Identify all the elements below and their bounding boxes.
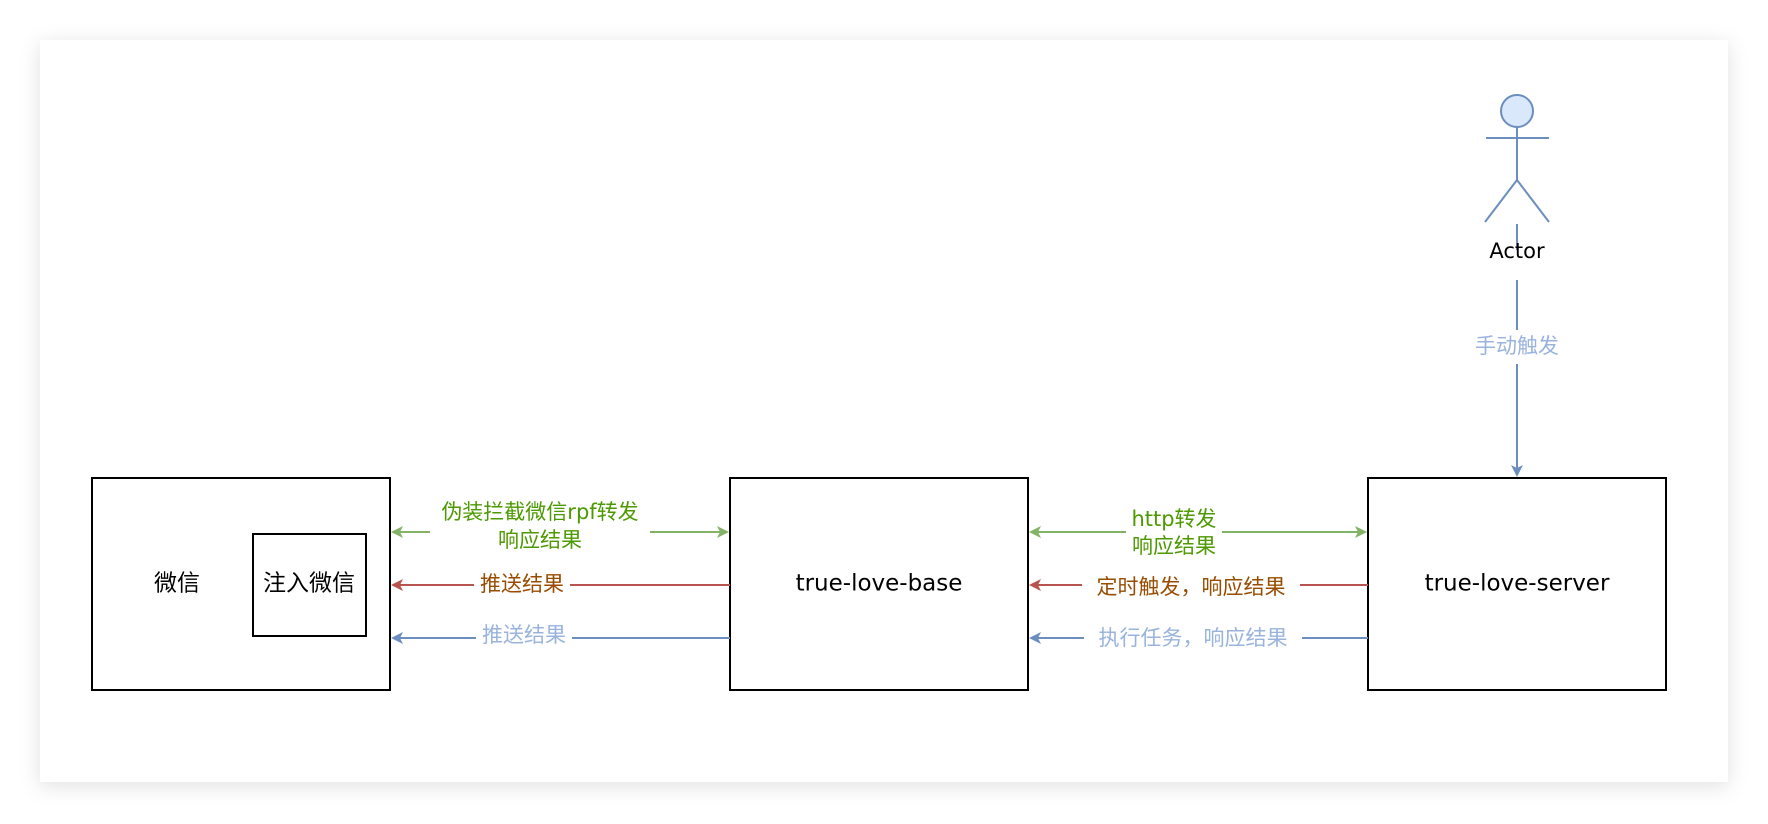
node-inject-wechat[interactable]: 注入微信 bbox=[252, 533, 367, 637]
node-true-love-server[interactable]: true-love-server bbox=[1367, 477, 1667, 691]
actor-label: Actor bbox=[1489, 239, 1545, 263]
edge-actor-to-server-label: 手动触发 bbox=[1475, 334, 1559, 358]
architecture-diagram: 微信 注入微信 true-love-base true-love-server … bbox=[40, 40, 1728, 782]
actor-head bbox=[1500, 94, 1534, 128]
node-true-love-base[interactable]: true-love-base bbox=[729, 477, 1029, 691]
node-wechat-label: 微信 bbox=[154, 571, 200, 597]
edge-base-server-http-line1: http转发 bbox=[1131, 507, 1216, 531]
node-true-love-base-label: true-love-base bbox=[796, 571, 963, 597]
edge-base-to-wechat-push-red-label: 推送结果 bbox=[480, 572, 564, 596]
node-inject-wechat-label: 注入微信 bbox=[263, 571, 355, 597]
edge-base-to-wechat-push-blue-label: 推送结果 bbox=[482, 623, 566, 647]
edge-wechat-base-forward-line1: 伪装拦截微信rpf转发 bbox=[441, 500, 638, 524]
edge-server-to-base-task-label: 执行任务，响应结果 bbox=[1099, 626, 1288, 650]
edge-wechat-base-forward-line2: 响应结果 bbox=[498, 528, 582, 552]
edge-base-server-http-line2: 响应结果 bbox=[1132, 534, 1216, 558]
node-true-love-server-label: true-love-server bbox=[1425, 571, 1610, 597]
edge-server-to-base-timer-label: 定时触发，响应结果 bbox=[1097, 575, 1286, 599]
